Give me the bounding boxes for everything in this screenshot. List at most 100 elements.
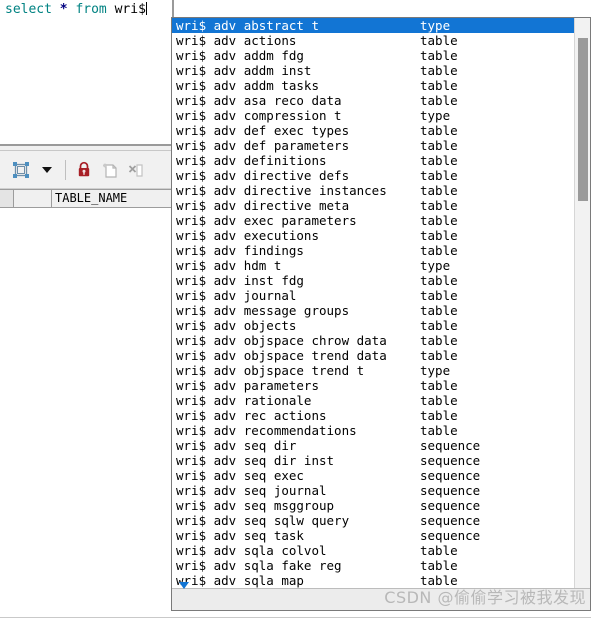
autocomplete-item[interactable]: wri$ adv def parameters table [172, 138, 574, 153]
page-bottom-edge [0, 617, 591, 621]
toolbar-separator [65, 159, 66, 180]
autocomplete-popup[interactable]: wri$ adv abstract t type wri$ adv actions t… [171, 17, 591, 611]
autocomplete-item-name: wri$ adv parameters [176, 378, 319, 393]
scrollbar-thumb[interactable] [578, 38, 588, 201]
autocomplete-item-type: sequence [420, 498, 481, 513]
autocomplete-scrollbar[interactable] [574, 18, 590, 588]
autocomplete-item[interactable]: wri$ adv seq exec sequence [172, 468, 574, 483]
results-grid-header: TABLE_NAME [0, 189, 174, 208]
scroll-down-arrow-icon[interactable] [179, 582, 189, 589]
autocomplete-item-name: wri$ adv executions [176, 228, 319, 243]
autocomplete-item-name: wri$ adv sqla fake reg [176, 558, 342, 573]
autocomplete-item[interactable]: wri$ adv actions table [172, 33, 574, 48]
autocomplete-bottom-bar: CSDN @偷偷学习被我发现 [172, 582, 590, 610]
autocomplete-item-name: wri$ adv def exec types [176, 123, 350, 138]
results-grid[interactable]: TABLE_NAME [0, 189, 174, 621]
autocomplete-item[interactable]: wri$ adv seq dir sequence [172, 438, 574, 453]
chevron-down-icon[interactable] [34, 157, 60, 183]
autocomplete-item[interactable]: wri$ adv hdm t type [172, 258, 574, 273]
autocomplete-item[interactable]: wri$ adv parameters table [172, 378, 574, 393]
autocomplete-item[interactable]: wri$ adv def exec types table [172, 123, 574, 138]
autocomplete-item[interactable]: wri$ adv asa reco data table [172, 93, 574, 108]
autocomplete-item[interactable]: wri$ adv directive defs table [172, 168, 574, 183]
new-record-icon[interactable] [97, 157, 123, 183]
autocomplete-item-type: table [420, 33, 458, 48]
autocomplete-item-type: type [420, 258, 451, 273]
autocomplete-item[interactable]: wri$ adv addm fdg table [172, 48, 574, 63]
autocomplete-item-name: wri$ adv rec actions [176, 408, 327, 423]
autocomplete-item[interactable]: wri$ adv compression t type [172, 108, 574, 123]
autocomplete-item-type: sequence [420, 453, 481, 468]
autocomplete-item-type: sequence [420, 483, 481, 498]
autocomplete-list[interactable]: wri$ adv abstract t type wri$ adv actions t… [172, 18, 574, 588]
autocomplete-item[interactable]: wri$ adv seq dir inst sequence [172, 453, 574, 468]
autocomplete-item[interactable]: wri$ adv inst fdg table [172, 273, 574, 288]
autocomplete-item[interactable]: wri$ adv objects table [172, 318, 574, 333]
autocomplete-item-name: wri$ adv abstract t [176, 18, 319, 33]
autocomplete-item[interactable]: wri$ adv directive instances table [172, 183, 574, 198]
autocomplete-item[interactable]: wri$ adv seq sqlw query sequence [172, 513, 574, 528]
autocomplete-item-type: table [420, 138, 458, 153]
autocomplete-item[interactable]: wri$ adv abstract t type [172, 18, 574, 33]
autocomplete-item-type: table [420, 378, 458, 393]
grid-column-blank[interactable] [14, 190, 52, 207]
autocomplete-item[interactable]: wri$ adv sqla fake reg table [172, 558, 574, 573]
autocomplete-item[interactable]: wri$ adv executions table [172, 228, 574, 243]
autocomplete-item-name: wri$ adv addm inst [176, 63, 312, 78]
autocomplete-item-name: wri$ adv seq dir [176, 438, 297, 453]
lock-icon[interactable] [71, 157, 97, 183]
sql-keyword-from: from [75, 2, 107, 17]
autocomplete-item-type: table [420, 543, 458, 558]
autocomplete-item[interactable]: wri$ adv exec parameters table [172, 213, 574, 228]
autocomplete-item-name: wri$ adv objects [176, 318, 297, 333]
autocomplete-item[interactable]: wri$ adv seq msggroup sequence [172, 498, 574, 513]
grid-layout-icon[interactable] [8, 157, 34, 183]
autocomplete-item[interactable]: wri$ adv addm tasks table [172, 78, 574, 93]
autocomplete-item-type: type [420, 108, 451, 123]
autocomplete-item[interactable]: wri$ adv seq journal sequence [172, 483, 574, 498]
sql-space-3 [107, 2, 115, 17]
autocomplete-item-type: table [420, 168, 458, 183]
autocomplete-item[interactable]: wri$ adv addm inst table [172, 63, 574, 78]
autocomplete-item-type: table [420, 408, 458, 423]
text-caret [145, 2, 147, 15]
autocomplete-item[interactable]: wri$ adv recommendations table [172, 423, 574, 438]
autocomplete-item[interactable]: wri$ adv rec actions table [172, 408, 574, 423]
results-grid-body[interactable] [0, 208, 174, 618]
autocomplete-item[interactable]: wri$ adv rationale table [172, 393, 574, 408]
autocomplete-item-name: wri$ adv recommendations [176, 423, 357, 438]
autocomplete-item-name: wri$ adv objspace trend t [176, 363, 365, 378]
autocomplete-item-name: wri$ adv exec parameters [176, 213, 357, 228]
autocomplete-item-name: wri$ adv seq exec [176, 468, 304, 483]
autocomplete-item-type: table [420, 423, 458, 438]
autocomplete-item-name: wri$ adv seq dir inst [176, 453, 335, 468]
autocomplete-item[interactable]: wri$ adv objspace chrow data table [172, 333, 574, 348]
autocomplete-item-name: wri$ adv message groups [176, 303, 350, 318]
sql-editor-pane[interactable]: select * from wri$ [0, 0, 174, 146]
autocomplete-item[interactable]: wri$ adv definitions table [172, 153, 574, 168]
autocomplete-item-name: wri$ adv seq journal [176, 483, 327, 498]
grid-corner-cell[interactable] [0, 190, 14, 207]
autocomplete-item-type: table [420, 318, 458, 333]
autocomplete-item[interactable]: wri$ adv objspace trend data table [172, 348, 574, 363]
sql-statement-line[interactable]: select * from wri$ [0, 0, 172, 18]
results-toolbar [0, 151, 174, 189]
autocomplete-item[interactable]: wri$ adv seq task sequence [172, 528, 574, 543]
autocomplete-item-name: wri$ adv actions [176, 33, 297, 48]
autocomplete-item-name: wri$ adv directive defs [176, 168, 350, 183]
autocomplete-item[interactable]: wri$ adv sqla colvol table [172, 543, 574, 558]
autocomplete-item[interactable]: wri$ adv directive meta table [172, 198, 574, 213]
autocomplete-item-name: wri$ adv rationale [176, 393, 312, 408]
autocomplete-item-type: table [420, 198, 458, 213]
autocomplete-item[interactable]: wri$ adv findings table [172, 243, 574, 258]
autocomplete-item[interactable]: wri$ adv objspace trend t type [172, 363, 574, 378]
autocomplete-item-name: wri$ adv objspace chrow data [176, 333, 387, 348]
grid-column-table-name[interactable]: TABLE_NAME [52, 190, 174, 207]
autocomplete-item-name: wri$ adv directive meta [176, 198, 350, 213]
autocomplete-item[interactable]: wri$ adv journal table [172, 288, 574, 303]
autocomplete-item-type: table [420, 213, 458, 228]
csdn-watermark: CSDN @偷偷学习被我发现 [384, 588, 586, 607]
sql-keyword-select: select [5, 2, 52, 17]
autocomplete-item[interactable]: wri$ adv message groups table [172, 303, 574, 318]
delete-record-icon[interactable] [123, 157, 149, 183]
